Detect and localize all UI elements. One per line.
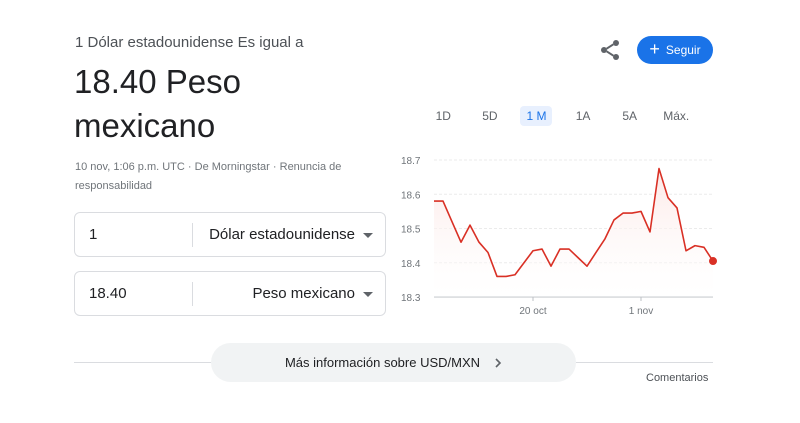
x-tick-label: 20 oct bbox=[519, 306, 546, 317]
to-currency-label: Peso mexicano bbox=[252, 285, 355, 302]
divider-left bbox=[74, 362, 211, 363]
range-tab-1d[interactable]: 1D bbox=[420, 109, 467, 123]
series-area bbox=[434, 168, 713, 297]
exchange-rate-chart: 18.7 18.6 18.5 18.4 18.3 20 oct 1 nov bbox=[401, 156, 717, 317]
range-tab-5d[interactable]: 5D bbox=[467, 109, 514, 123]
range-tabs: 1D 5D 1 M 1A 5A Máx. bbox=[420, 106, 700, 126]
more-info-label: Más información sobre USD/MXN bbox=[284, 355, 481, 370]
follow-label: Seguir bbox=[665, 43, 701, 57]
range-tab-label: 5A bbox=[622, 109, 638, 123]
range-tab-label: Máx. bbox=[663, 109, 690, 123]
to-currency-select[interactable]: Peso mexicano bbox=[193, 285, 385, 302]
conversion-meta: 10 nov, 1:06 p.m. UTC · De Morningstar ·… bbox=[75, 161, 342, 192]
y-tick-label: 18.7 bbox=[401, 156, 421, 167]
range-tab-5a[interactable]: 5A bbox=[606, 109, 653, 123]
last-point-marker bbox=[709, 257, 717, 266]
divider-right bbox=[576, 362, 713, 363]
dropdown-arrow-icon bbox=[363, 292, 373, 297]
range-tab-label: 1A bbox=[575, 109, 591, 123]
more-info-button[interactable]: Más información sobre USD/MXN bbox=[211, 343, 576, 382]
range-tab-label: 1 M bbox=[520, 106, 553, 126]
y-tick-label: 18.5 bbox=[401, 225, 421, 236]
converter-to: 18.40 Peso mexicano bbox=[74, 271, 386, 316]
converter-from: 1 Dólar estadounidense bbox=[74, 212, 386, 257]
conversion-subtitle: 1 Dólar estadounidense Es igual a bbox=[75, 34, 304, 51]
feedback-link[interactable]: Comentarios bbox=[646, 372, 708, 384]
x-tick-label: 1 nov bbox=[629, 306, 653, 317]
range-tab-mx[interactable]: Máx. bbox=[653, 109, 700, 123]
range-tab-label: 5D bbox=[482, 109, 498, 123]
to-amount-input[interactable]: 18.40 bbox=[75, 281, 193, 306]
range-tab-1m[interactable]: 1 M bbox=[513, 106, 560, 126]
from-amount-input[interactable]: 1 bbox=[75, 222, 193, 247]
y-tick-label: 18.3 bbox=[401, 293, 421, 304]
from-currency-label: Dólar estadounidense bbox=[209, 226, 355, 243]
timestamp: 10 nov, 1:06 p.m. UTC bbox=[75, 161, 185, 173]
conversion-result: 18.40 Peso mexicano bbox=[74, 63, 241, 144]
share-icon bbox=[601, 40, 619, 60]
follow-button[interactable]: + Seguir bbox=[637, 36, 713, 64]
from-currency-select[interactable]: Dólar estadounidense bbox=[193, 226, 385, 243]
share-button[interactable] bbox=[598, 38, 622, 62]
dropdown-arrow-icon bbox=[363, 233, 373, 238]
y-tick-label: 18.4 bbox=[401, 259, 421, 270]
plus-icon: + bbox=[649, 39, 660, 59]
source-label: De Morningstar bbox=[194, 161, 270, 173]
chevron-right-icon bbox=[495, 357, 502, 368]
range-tab-1a[interactable]: 1A bbox=[560, 109, 607, 123]
range-tab-label: 1D bbox=[435, 109, 451, 123]
y-tick-label: 18.6 bbox=[401, 190, 421, 201]
